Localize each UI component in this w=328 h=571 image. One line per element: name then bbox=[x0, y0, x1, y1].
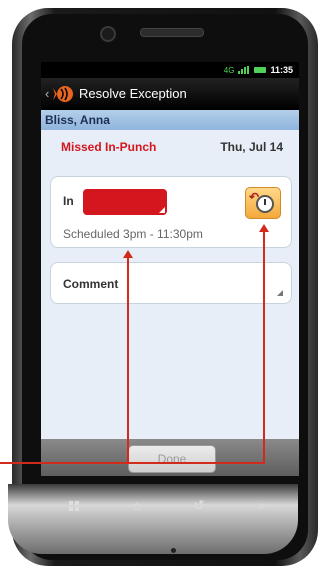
earpiece-speaker bbox=[140, 28, 204, 37]
in-label: In bbox=[63, 194, 74, 208]
annotation-line-right bbox=[263, 232, 265, 464]
comment-label: Comment bbox=[63, 277, 119, 291]
punch-clock-button[interactable]: ↶ bbox=[245, 187, 281, 219]
scheduled-shift: Scheduled 3pm - 11:30pm bbox=[63, 227, 203, 241]
resize-corner-icon bbox=[277, 290, 283, 296]
signal-icon bbox=[238, 66, 250, 74]
page-title: Resolve Exception bbox=[79, 86, 187, 101]
annotation-arrow-left-icon bbox=[123, 250, 133, 258]
punch-card: In ↶ Scheduled 3pm - 11:30pm bbox=[50, 176, 292, 248]
phone-chin bbox=[8, 484, 298, 554]
home-icon[interactable]: ⌂ bbox=[127, 497, 147, 513]
bottom-action-bar: Done bbox=[41, 439, 299, 476]
phone-chin-dot bbox=[171, 548, 176, 553]
comment-field[interactable]: Comment bbox=[50, 262, 292, 304]
exception-date: Thu, Jul 14 bbox=[220, 140, 283, 154]
battery-icon bbox=[254, 67, 267, 73]
in-punch-time-field[interactable] bbox=[83, 189, 167, 215]
done-button[interactable]: Done bbox=[128, 445, 216, 473]
front-camera bbox=[100, 26, 116, 42]
status-bar: 4G 11:35 bbox=[41, 62, 299, 78]
exception-type: Missed In-Punch bbox=[61, 140, 157, 154]
menu-grid-icon[interactable] bbox=[69, 501, 80, 512]
back-icon[interactable]: ↺ bbox=[189, 497, 209, 514]
search-icon[interactable]: ⌕ bbox=[252, 497, 272, 514]
network-label: 4G bbox=[223, 65, 235, 75]
back-chevron-icon[interactable]: ‹ bbox=[45, 86, 49, 101]
screen: 4G 11:35 ‹ Resolve Exception Bliss, Anna… bbox=[41, 62, 299, 476]
employee-name: Bliss, Anna bbox=[45, 113, 110, 127]
annotation-line-left bbox=[127, 258, 129, 464]
annotation-arrow-right-icon bbox=[259, 224, 269, 232]
action-bar: ‹ Resolve Exception bbox=[41, 78, 299, 110]
clock-time: 11:35 bbox=[270, 65, 293, 75]
status-icons: 4G 11:35 bbox=[224, 63, 293, 77]
employee-header: Bliss, Anna bbox=[41, 110, 299, 130]
clock-icon bbox=[256, 195, 274, 213]
exception-row: Missed In-Punch Thu, Jul 14 bbox=[41, 130, 299, 160]
annotation-line-horizontal bbox=[0, 462, 265, 464]
app-logo-icon bbox=[53, 86, 73, 102]
